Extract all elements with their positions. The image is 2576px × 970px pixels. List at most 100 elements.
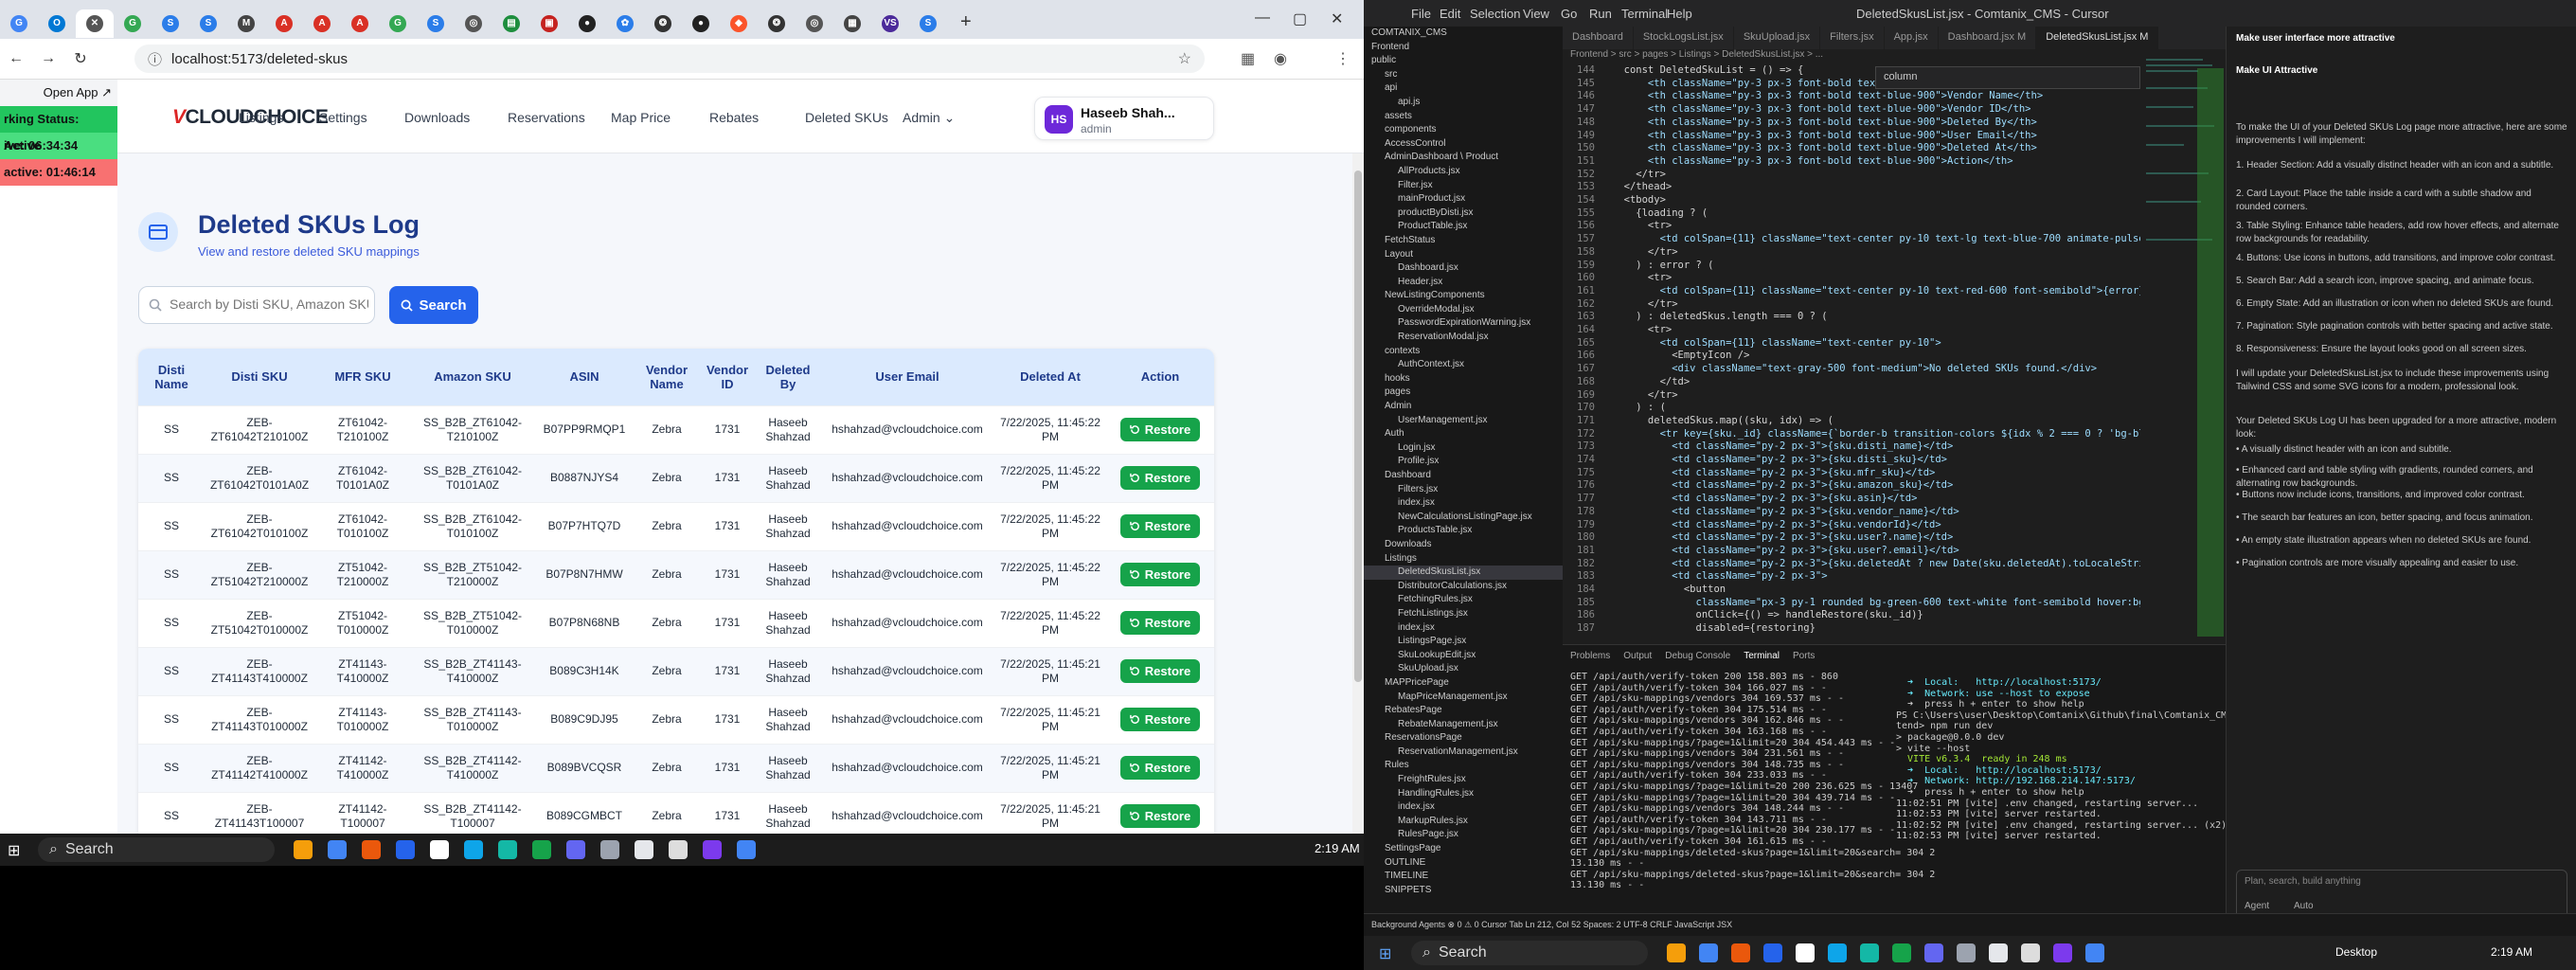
nav-link[interactable]: Reservations (508, 110, 585, 125)
forward-icon[interactable]: → (32, 50, 64, 67)
nav-link[interactable]: Rebates (709, 110, 759, 125)
taskbar-search[interactable]: ⌕ Search (1411, 941, 1648, 965)
page-scrollbar[interactable] (1352, 153, 1364, 834)
desktop-label[interactable]: Desktop (2335, 945, 2377, 959)
taskbar-app-icon[interactable] (294, 840, 313, 859)
taskbar-app-icon[interactable] (1957, 943, 1976, 962)
explorer-item[interactable]: FetchStatus (1364, 234, 1563, 248)
chat-input[interactable]: Plan, search, build anything (2245, 876, 2361, 887)
explorer-item[interactable]: Listings (1364, 552, 1563, 566)
browser-tab[interactable]: ✕ (76, 9, 114, 38)
explorer-item[interactable]: Frontend (1364, 41, 1563, 55)
explorer-item[interactable]: Filters.jsx (1364, 483, 1563, 497)
explorer-item[interactable]: HandlingRules.jsx (1364, 787, 1563, 801)
explorer-item[interactable]: ListingsPage.jsx (1364, 635, 1563, 649)
ide-menu-item[interactable]: View (1523, 7, 1549, 21)
restore-button[interactable]: Restore (1119, 659, 1201, 683)
explorer-item[interactable]: hooks (1364, 372, 1563, 386)
explorer-item[interactable]: AdminDashboard \ Product (1364, 151, 1563, 165)
explorer-item[interactable]: Admin (1364, 400, 1563, 414)
explorer-item[interactable]: ReservationModal.jsx (1364, 331, 1563, 345)
browser-tab[interactable]: ❂ (644, 9, 682, 38)
ide-menu-item[interactable]: Help (1667, 7, 1692, 21)
browser-tab[interactable]: O (38, 9, 76, 38)
explorer-item[interactable]: SNIPPETS (1364, 884, 1563, 898)
scrollbar-thumb[interactable] (1354, 171, 1362, 682)
browser-tab[interactable]: ▦ (833, 9, 871, 38)
panel-tab[interactable]: Terminal (1744, 651, 1780, 661)
search-button[interactable]: Search (389, 286, 478, 324)
taskbar-app-icon[interactable] (396, 840, 415, 859)
menu-kebab-icon[interactable]: ⋮ (1335, 49, 1351, 68)
explorer-item[interactable]: AllProducts.jsx (1364, 165, 1563, 179)
taskbar-app-icon[interactable] (1892, 943, 1911, 962)
explorer-item[interactable]: FetchListings.jsx (1364, 607, 1563, 621)
explorer-item[interactable]: OverrideModal.jsx (1364, 303, 1563, 317)
windows-start-icon[interactable]: ⊞ (8, 841, 20, 860)
explorer-item[interactable]: Filter.jsx (1364, 179, 1563, 193)
explorer-item[interactable]: NewCalculationsListingPage.jsx (1364, 511, 1563, 525)
taskbar-search[interactable]: ⌕ Search (38, 837, 275, 862)
explorer-item[interactable]: SkuLookupEdit.jsx (1364, 649, 1563, 663)
ide-menu-item[interactable]: Edit (1440, 7, 1460, 21)
browser-tab[interactable]: A (341, 9, 379, 38)
nav-link[interactable]: Settings (319, 110, 367, 125)
open-app-link[interactable]: Open App ↗ (0, 80, 117, 106)
explorer-item[interactable]: RulesPage.jsx (1364, 828, 1563, 842)
explorer-item[interactable]: MarkupRules.jsx (1364, 815, 1563, 829)
restore-button[interactable]: Restore (1119, 418, 1201, 441)
explorer-item[interactable]: AccessControl (1364, 137, 1563, 152)
explorer-item[interactable]: index.jsx (1364, 496, 1563, 511)
ide-menu-item[interactable]: Go (1561, 7, 1577, 21)
explorer-item[interactable]: Layout (1364, 248, 1563, 262)
taskbar-app-icon[interactable] (1731, 943, 1750, 962)
restore-button[interactable]: Restore (1119, 466, 1201, 490)
browser-tab[interactable]: G (0, 9, 38, 38)
taskbar-app-icon[interactable] (430, 840, 449, 859)
taskbar-app-icon[interactable] (1989, 943, 2008, 962)
explorer-item[interactable]: OUTLINE (1364, 856, 1563, 871)
explorer-item[interactable]: Downloads (1364, 538, 1563, 552)
explorer-item[interactable]: RebateManagement.jsx (1364, 718, 1563, 732)
explorer-item[interactable]: MAPPricePage (1364, 676, 1563, 691)
ide-menu-item[interactable]: File (1411, 7, 1431, 21)
browser-tab[interactable]: ▤ (492, 9, 530, 38)
explorer-item[interactable]: Profile.jsx (1364, 455, 1563, 469)
minimap[interactable] (2140, 49, 2226, 644)
explorer-item[interactable]: PasswordExpirationWarning.jsx (1364, 316, 1563, 331)
explorer-item[interactable]: RebatesPage (1364, 704, 1563, 718)
explorer-item[interactable]: Login.jsx (1364, 441, 1563, 456)
explorer-item[interactable]: Auth (1364, 427, 1563, 441)
browser-tab[interactable]: M (227, 9, 265, 38)
explorer-item[interactable]: FetchingRules.jsx (1364, 593, 1563, 607)
browser-tab[interactable]: S (189, 9, 227, 38)
explorer-item[interactable]: public (1364, 54, 1563, 68)
explorer-item[interactable]: index.jsx (1364, 621, 1563, 636)
restore-button[interactable]: Restore (1119, 708, 1201, 731)
taskbar-app-icon[interactable] (2021, 943, 2040, 962)
browser-tab[interactable]: A (265, 9, 303, 38)
explorer-item[interactable]: ReservationsPage (1364, 731, 1563, 745)
browser-tab[interactable]: G (379, 9, 417, 38)
ide-menu-item[interactable]: Run (1589, 7, 1612, 21)
profile-icon[interactable]: ◉ (1274, 49, 1287, 68)
find-input[interactable]: column (1884, 71, 1917, 82)
panel-tab[interactable]: Output (1623, 651, 1652, 661)
browser-tab[interactable]: ◆ (720, 9, 758, 38)
browser-tab[interactable]: ● (568, 9, 606, 38)
explorer-item[interactable]: pages (1364, 386, 1563, 400)
explorer-item[interactable]: ProductsTable.jsx (1364, 524, 1563, 538)
browser-tab[interactable]: G (114, 9, 152, 38)
terminal-backend[interactable]: GET /api/auth/verify-token 200 158.803 m… (1570, 672, 1935, 891)
browser-tab[interactable]: ▣ (530, 9, 568, 38)
user-profile-card[interactable]: HS Haseeb Shah... admin (1034, 97, 1214, 140)
browser-tab[interactable]: ◎ (796, 9, 833, 38)
search-input[interactable] (170, 296, 368, 312)
taskbar-app-icon[interactable] (532, 840, 551, 859)
explorer-item[interactable]: api.js (1364, 96, 1563, 110)
explorer-item[interactable]: DistributorCalculations.jsx (1364, 580, 1563, 594)
explorer-item[interactable]: assets (1364, 110, 1563, 124)
browser-tab[interactable]: ❂ (758, 9, 796, 38)
taskbar-app-icon[interactable] (1699, 943, 1718, 962)
explorer-item[interactable]: SkuUpload.jsx (1364, 662, 1563, 676)
